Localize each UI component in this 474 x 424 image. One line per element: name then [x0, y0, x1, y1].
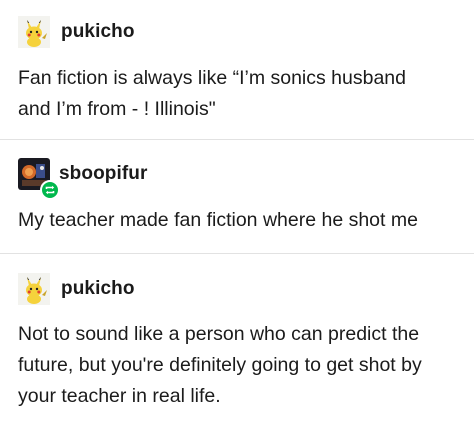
username[interactable]: pukicho	[61, 21, 135, 43]
text-line: Fan fiction is always like “I’m sonics h…	[18, 67, 406, 89]
text-line: Not to sound like a person who can predi…	[18, 323, 420, 345]
divider	[0, 253, 474, 254]
post-text: Fan fiction is always like “I’m sonics h…	[18, 63, 458, 125]
username[interactable]: pukicho	[61, 278, 135, 300]
text-line: My teacher made fan fiction where he sho…	[18, 209, 418, 231]
reblog-icon	[45, 185, 55, 195]
text-line: future, but you're definitely going to g…	[18, 354, 422, 376]
post-text: My teacher made fan fiction where he sho…	[18, 205, 458, 236]
username[interactable]: sboopifur	[59, 163, 148, 185]
pikachu-avatar-icon[interactable]	[18, 16, 50, 48]
text-line: your teacher in real life.	[18, 385, 221, 407]
divider	[0, 139, 474, 140]
post-header: sboopifur	[18, 158, 148, 200]
reblog-badge	[40, 180, 60, 200]
pikachu-avatar-icon[interactable]	[18, 273, 50, 305]
post-header: pukicho	[18, 273, 135, 305]
post-header: pukicho	[18, 16, 135, 48]
text-line: and I’m from - ! Illinois"	[18, 98, 216, 120]
user-avatar-icon[interactable]	[18, 158, 60, 200]
post-text: Not to sound like a person who can predi…	[18, 319, 458, 412]
